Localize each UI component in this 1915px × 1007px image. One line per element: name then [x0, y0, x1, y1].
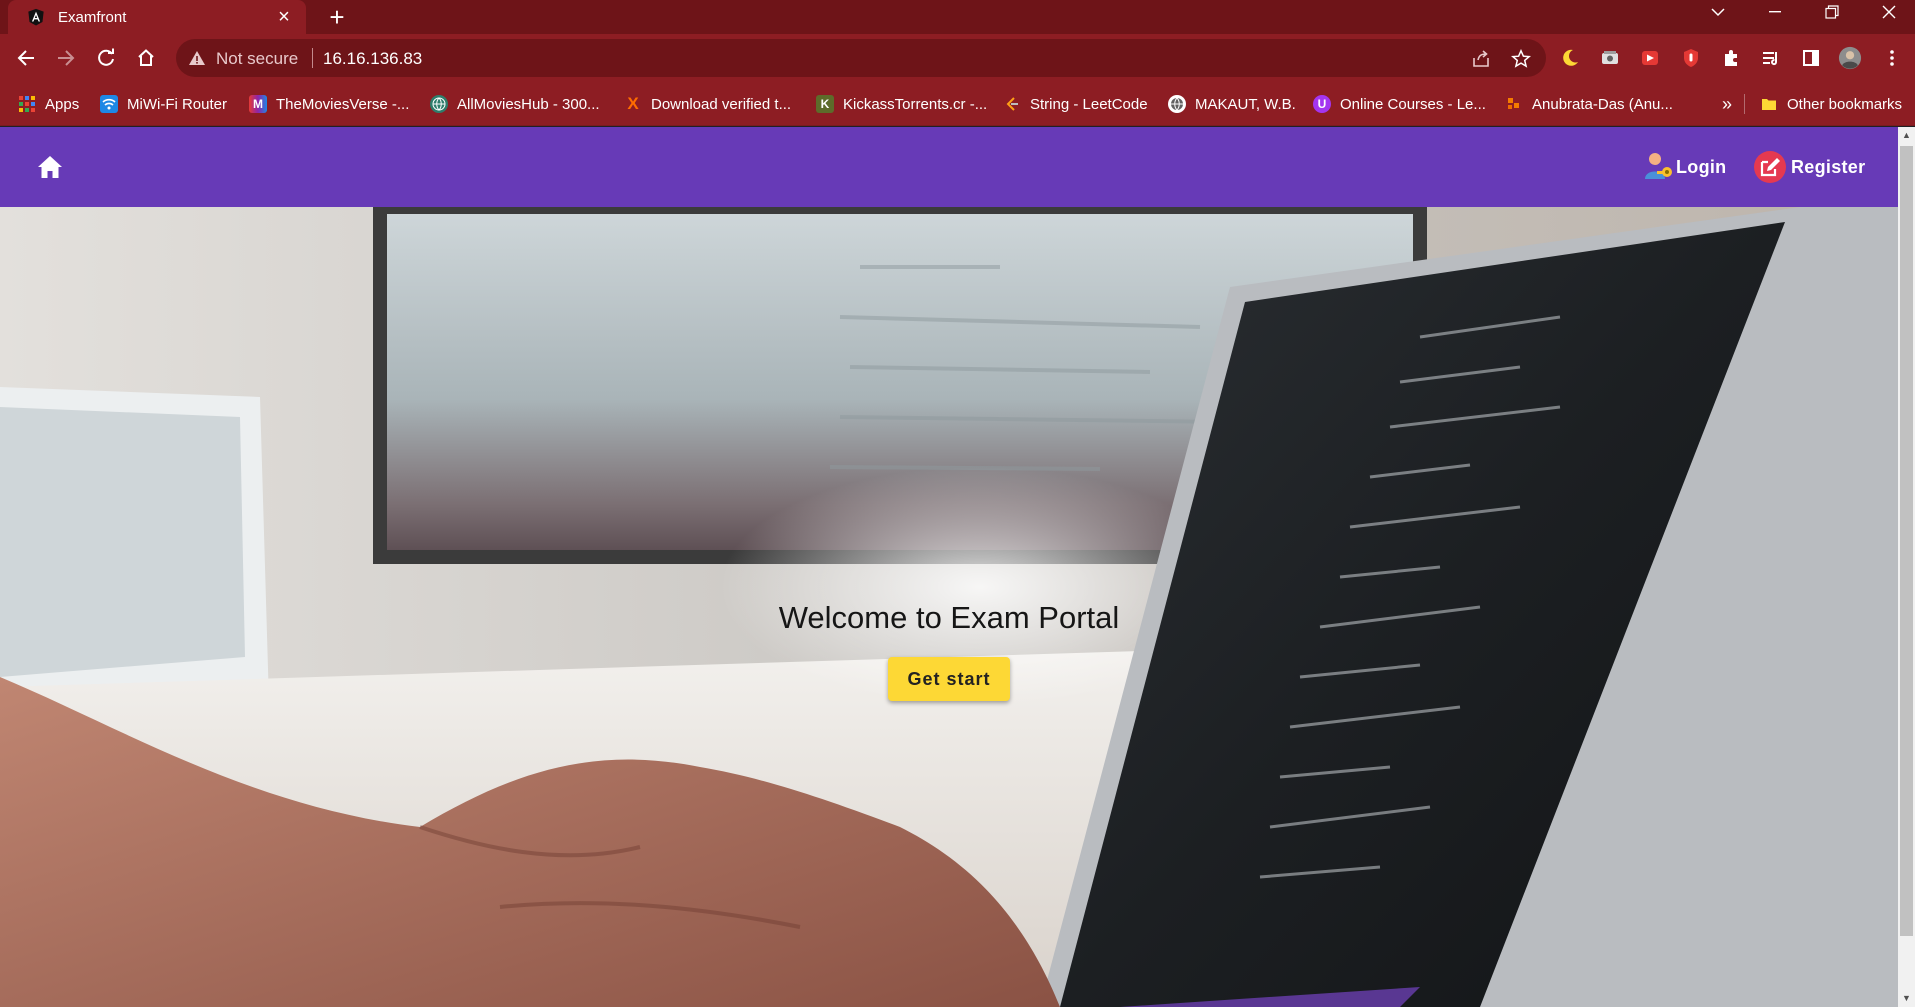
github-user-icon: [1505, 95, 1523, 113]
bookmark-makaut[interactable]: MAKAUT, W.B.: [1168, 92, 1296, 116]
vertical-scrollbar[interactable]: ▲ ▼: [1898, 127, 1915, 1007]
folder-icon: [1760, 95, 1778, 113]
bookmark-kickasstorrents[interactable]: K KickassTorrents.cr -...: [816, 92, 987, 116]
bookmark-label: Anubrata-Das (Anu...: [1532, 95, 1673, 113]
wifi-icon: [100, 95, 118, 113]
bookmark-label: KickassTorrents.cr -...: [843, 95, 988, 113]
scrollbar-thumb[interactable]: [1900, 146, 1913, 936]
bookmark-star-icon[interactable]: [1510, 48, 1532, 70]
profile-avatar-icon[interactable]: [1838, 46, 1862, 70]
globe-icon: [430, 95, 448, 113]
tab-close-icon[interactable]: ×: [272, 5, 296, 29]
home-icon: [38, 156, 62, 178]
extensions-puzzle-icon[interactable]: [1719, 46, 1743, 70]
bookmark-label: TheMoviesVerse -...: [276, 95, 410, 113]
angular-logo-icon: [26, 7, 46, 27]
scroll-down-arrow-icon[interactable]: ▼: [1898, 990, 1915, 1007]
bookmark-label: MiWi-Fi Router: [127, 95, 227, 113]
close-window-icon[interactable]: [1866, 0, 1912, 24]
hero-title: Welcome to Exam Portal: [778, 600, 1120, 635]
forward-arrow-icon[interactable]: [51, 43, 81, 73]
user-key-icon: [1640, 149, 1676, 185]
share-icon[interactable]: [1470, 48, 1492, 70]
home-browser-icon[interactable]: [131, 43, 161, 73]
page-viewport: Login Register Welcome to Exam Portal Ge…: [0, 127, 1915, 1007]
bookmarks-overflow-chevron[interactable]: »: [1722, 92, 1732, 116]
side-panel-icon[interactable]: [1799, 46, 1823, 70]
reload-icon[interactable]: [91, 43, 121, 73]
browser-toolbar: Not secure 16.16.136.83: [0, 34, 1915, 82]
minimize-window-icon[interactable]: [1752, 0, 1798, 24]
restore-window-icon[interactable]: [1809, 0, 1855, 24]
moon-extension-icon[interactable]: [1558, 46, 1582, 70]
browser-menu-icon[interactable]: [1880, 46, 1904, 70]
bookmark-other-bookmarks[interactable]: Other bookmarks: [1760, 92, 1902, 116]
get-start-button[interactable]: Get start: [888, 657, 1010, 701]
video-extension-icon[interactable]: [1638, 46, 1662, 70]
bookmark-anubrata-das[interactable]: Anubrata-Das (Anu...: [1505, 92, 1673, 116]
globe-icon: [1168, 95, 1186, 113]
bookmark-label: String - LeetCode: [1030, 95, 1148, 113]
home-button[interactable]: [30, 147, 70, 187]
register-button[interactable]: Register: [1753, 147, 1865, 187]
bookmark-themoviesverse[interactable]: M TheMoviesVerse -...: [249, 92, 409, 116]
browser-tabstrip: Examfront × +: [0, 0, 1915, 34]
omnibox-divider: [312, 48, 313, 68]
tab-search-icon[interactable]: [1695, 0, 1741, 24]
url-text[interactable]: 16.16.136.83: [323, 49, 422, 69]
apps-grid-icon: [18, 95, 36, 113]
m-logo-icon: M: [249, 95, 267, 113]
login-button[interactable]: Login: [1640, 147, 1726, 187]
bookmark-label: MAKAUT, W.B.: [1195, 95, 1296, 113]
address-bar[interactable]: Not secure 16.16.136.83: [176, 39, 1546, 77]
udemy-icon: U: [1313, 95, 1331, 113]
app-toolbar: Login Register: [0, 127, 1898, 207]
bookmark-miwifi-router[interactable]: MiWi-Fi Router: [100, 92, 227, 116]
bookmark-allmovieshub[interactable]: AllMoviesHub - 300...: [430, 92, 600, 116]
screen-capture-extension-icon[interactable]: [1598, 46, 1622, 70]
bookmark-label: Other bookmarks: [1787, 95, 1903, 113]
bookmark-online-courses[interactable]: U Online Courses - Le...: [1313, 92, 1486, 116]
bookmark-download-verified[interactable]: X Download verified t...: [624, 92, 791, 116]
k-logo-icon: K: [816, 95, 834, 113]
browser-tab-examfront[interactable]: Examfront ×: [8, 0, 306, 34]
bookmarks-divider: [1744, 94, 1745, 114]
leetcode-icon: [1003, 95, 1021, 113]
register-label: Register: [1791, 156, 1866, 177]
media-control-icon[interactable]: [1759, 46, 1783, 70]
tab-title: Examfront: [58, 8, 127, 26]
warning-triangle-icon: [188, 49, 206, 67]
adblock-extension-icon[interactable]: [1679, 46, 1703, 70]
login-label: Login: [1676, 156, 1727, 177]
scroll-up-arrow-icon[interactable]: ▲: [1898, 127, 1915, 144]
bookmark-apps[interactable]: Apps: [18, 92, 79, 116]
bookmarks-bar: Apps MiWi-Fi Router M TheMoviesVerse -..…: [0, 82, 1915, 126]
bookmark-label: AllMoviesHub - 300...: [457, 95, 600, 113]
bookmark-label: Download verified t...: [651, 95, 792, 113]
not-secure-label[interactable]: Not secure: [216, 49, 298, 69]
hero-banner: Welcome to Exam Portal Get start: [0, 207, 1898, 1007]
bookmark-label: Apps: [45, 95, 80, 113]
back-arrow-icon[interactable]: [11, 43, 41, 73]
bookmark-leetcode[interactable]: String - LeetCode: [1003, 92, 1148, 116]
edit-icon: [1753, 150, 1787, 184]
new-tab-button[interactable]: +: [322, 2, 352, 32]
x-logo-icon: X: [627, 94, 639, 113]
bookmark-label: Online Courses - Le...: [1340, 95, 1486, 113]
